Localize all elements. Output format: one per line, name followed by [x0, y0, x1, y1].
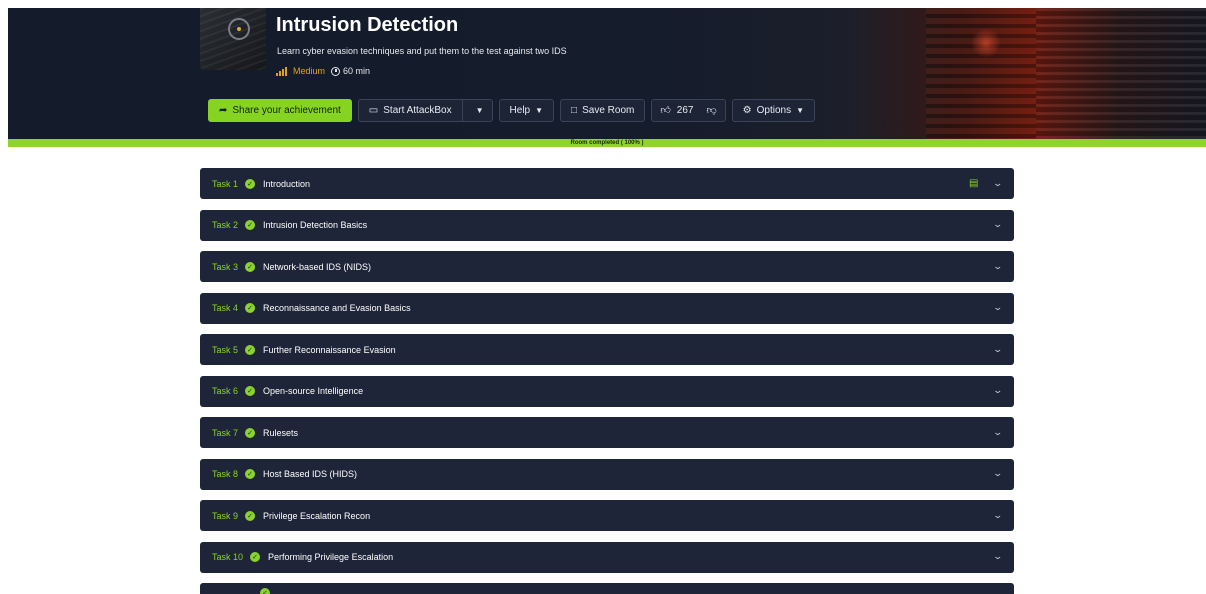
- clock-icon: [331, 66, 341, 76]
- room-progress-bar: Room completed ( 100% ): [8, 139, 1206, 147]
- monitor-icon: ▭: [368, 104, 379, 116]
- task-number: Task 4: [212, 303, 239, 313]
- task-list: Task 1 ✓ Introduction ▤ ⌄ Task 2 ✓ Intru…: [200, 168, 1014, 594]
- task-row[interactable]: Task 1 ✓ Introduction ▤ ⌄: [200, 168, 1014, 199]
- task-number: Task 9: [212, 510, 239, 521]
- task-title: Intrusion Detection Basics: [263, 220, 368, 230]
- room-page: Intrusion Detection Learn cyber evasion …: [0, 0, 1206, 594]
- caret-down-icon: ▼: [475, 105, 484, 115]
- task-row[interactable]: Task 4 ✓ Reconnaissance and Evasion Basi…: [200, 292, 1014, 324]
- share-label: Share your achievement: [232, 104, 341, 116]
- share-arrow-icon: ➦: [219, 104, 228, 116]
- room-thumbnail: [200, 8, 266, 70]
- gear-icon: ⚙: [742, 104, 752, 116]
- dislike-button[interactable]: 👎︎: [706, 100, 724, 121]
- check-circle-icon: ✓: [260, 588, 270, 594]
- chevron-down-icon[interactable]: ⌄: [993, 262, 1004, 272]
- start-attackbox-button[interactable]: ▭ Start AttackBox: [359, 99, 463, 121]
- server-icon[interactable]: ▤: [969, 178, 978, 189]
- save-room-button[interactable]: □ Save Room: [560, 98, 646, 122]
- task-number: Task 2: [212, 220, 239, 230]
- task-row[interactable]: Task 2 ✓ Intrusion Detection Basics ⌄: [200, 209, 1014, 241]
- help-label: Help: [509, 104, 531, 116]
- bookmark-icon: □: [571, 104, 578, 116]
- task-title: Rulesets: [263, 427, 299, 438]
- task-row[interactable]: Task 9 ✓ Privilege Escalation Recon ⌄: [200, 500, 1014, 531]
- duration-label: 60 min: [343, 66, 371, 76]
- banner-stripes: [1036, 8, 1206, 139]
- check-circle-icon: ✓: [245, 178, 256, 189]
- chevron-down-icon[interactable]: ⌄: [993, 469, 1004, 479]
- save-room-label: Save Room: [582, 104, 635, 116]
- task-title: Performing Privilege Escalation: [268, 552, 394, 562]
- task-row[interactable]: Task 6 ✓ Open-source Intelligence ⌄: [200, 375, 1014, 407]
- difficulty-bars-icon: [276, 66, 287, 76]
- chevron-down-icon[interactable]: ⌄: [993, 428, 1004, 438]
- check-circle-icon: ✓: [245, 303, 256, 313]
- task-number: Task 6: [212, 386, 239, 396]
- room-description: Learn cyber evasion techniques and put t…: [277, 46, 567, 56]
- progress-label: Room completed ( 100% ): [570, 140, 644, 146]
- help-button[interactable]: Help ▼: [498, 98, 555, 122]
- check-circle-icon: ✓: [245, 386, 256, 396]
- task-row[interactable]: Task 7 ✓ Rulesets ⌄: [200, 417, 1014, 448]
- task-title: Network-based IDS (NIDS): [263, 261, 372, 272]
- duration: 60 min: [331, 66, 370, 76]
- task-title: Introduction: [263, 178, 311, 189]
- check-circle-icon: ✓: [245, 220, 256, 230]
- task-title: Further Reconnaissance Evasion: [263, 344, 396, 355]
- chevron-down-icon[interactable]: ⌄: [993, 303, 1004, 313]
- task-title: Privilege Escalation Recon: [263, 510, 371, 521]
- task-number: Task 10: [212, 552, 244, 562]
- share-achievement-button[interactable]: ➦ Share your achievement: [208, 98, 352, 122]
- options-label: Options: [756, 104, 792, 116]
- room-meta: Medium 60 min: [276, 66, 370, 76]
- vote-group: 👍︎ 267 👎︎: [651, 98, 726, 122]
- like-count: 267: [676, 104, 694, 116]
- task-number: Task 5: [212, 344, 239, 355]
- attackbox-label: Start AttackBox: [383, 104, 452, 116]
- like-button[interactable]: 👍︎ 267: [652, 100, 701, 121]
- magnifier-icon: [228, 18, 250, 40]
- chevron-down-icon[interactable]: ⌄: [993, 386, 1004, 396]
- task-number: Task 3: [212, 261, 239, 272]
- task-row[interactable]: Task 10 ✓ Performing Privilege Escalatio…: [200, 541, 1014, 573]
- red-light-glow: [971, 28, 1001, 58]
- room-header-banner: Intrusion Detection Learn cyber evasion …: [8, 8, 1206, 139]
- task-title: Host Based IDS (HIDS): [263, 469, 358, 479]
- caret-down-icon: ▼: [535, 105, 544, 115]
- task-number: Task 7: [212, 427, 239, 438]
- options-button[interactable]: ⚙ Options ▼: [731, 98, 815, 122]
- task-row[interactable]: Task 3 ✓ Network-based IDS (NIDS) ⌄: [200, 251, 1014, 282]
- check-circle-icon: ✓: [245, 344, 256, 355]
- task-title: Reconnaissance and Evasion Basics: [263, 303, 411, 313]
- attackbox-button-group: ▭ Start AttackBox ▼: [357, 98, 493, 122]
- chevron-down-icon[interactable]: ⌄: [993, 179, 1004, 189]
- attackbox-dropdown-button[interactable]: ▼: [468, 100, 492, 121]
- check-circle-icon: ✓: [245, 427, 256, 438]
- caret-down-icon: ▼: [796, 105, 804, 115]
- chevron-down-icon[interactable]: ⌄: [993, 345, 1004, 355]
- task-row[interactable]: Task 8 ✓ Host Based IDS (HIDS) ⌄: [200, 458, 1014, 490]
- check-circle-icon: ✓: [245, 510, 256, 521]
- task-number: Task 1: [212, 178, 239, 189]
- room-toolbar: ➦ Share your achievement ▭ Start AttackB…: [208, 98, 815, 122]
- check-circle-icon: ✓: [245, 261, 256, 272]
- difficulty-label: Medium: [293, 66, 326, 76]
- chevron-down-icon[interactable]: ⌄: [993, 220, 1004, 230]
- task-row[interactable]: Task 5 ✓ Further Reconnaissance Evasion …: [200, 334, 1014, 365]
- room-title: Intrusion Detection: [276, 14, 459, 36]
- check-circle-icon: ✓: [250, 552, 261, 562]
- task-title: Open-source Intelligence: [263, 386, 364, 396]
- check-circle-icon: ✓: [245, 469, 256, 479]
- thumbs-down-icon: 👎︎: [706, 105, 717, 116]
- task-number: Task 8: [212, 469, 239, 479]
- chevron-down-icon[interactable]: ⌄: [993, 511, 1004, 521]
- task-row-partial[interactable]: ✓: [200, 583, 1014, 594]
- chevron-down-icon[interactable]: ⌄: [993, 552, 1004, 562]
- thumbs-up-icon: 👍︎: [660, 105, 671, 116]
